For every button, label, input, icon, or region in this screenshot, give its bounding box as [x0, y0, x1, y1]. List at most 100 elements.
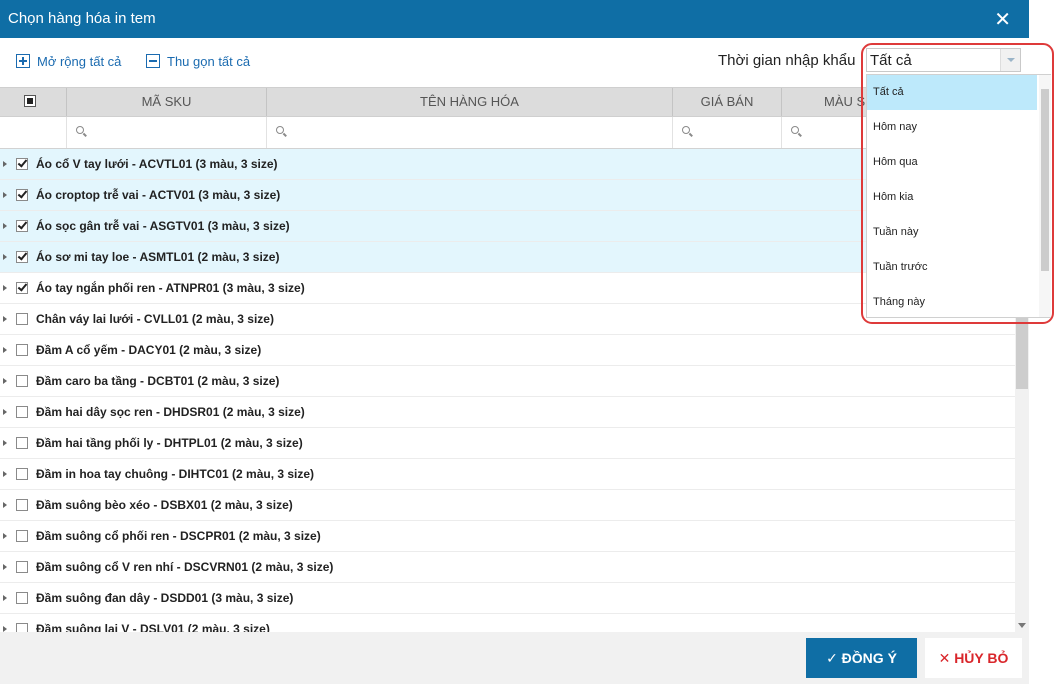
- row-checkbox[interactable]: [16, 623, 28, 632]
- row-checkbox[interactable]: [16, 281, 28, 294]
- expand-all-label: Mở rộng tất cả: [37, 53, 122, 69]
- row-label: Áo cổ V tay lưới - ACVTL01 (3 màu, 3 siz…: [36, 157, 278, 171]
- row-checkbox[interactable]: [16, 250, 28, 263]
- scroll-down-icon[interactable]: [1018, 623, 1026, 628]
- row-checkbox[interactable]: [16, 437, 28, 449]
- row-label: Áo croptop trễ vai - ACTV01 (3 màu, 3 si…: [36, 188, 281, 202]
- table-row[interactable]: Đầm A cổ yếm - DACY01 (2 màu, 3 size): [0, 335, 1015, 366]
- expand-arrow-icon[interactable]: [3, 409, 7, 415]
- expand-arrow-icon[interactable]: [3, 347, 7, 353]
- dialog-title: Chọn hàng hóa in tem: [8, 10, 156, 27]
- row-label: Đầm suông cổ V ren nhí - DSCVRN01 (2 màu…: [36, 560, 334, 574]
- expand-arrow-icon[interactable]: [3, 471, 7, 477]
- row-label: Chân váy lai lưới - CVLL01 (2 màu, 3 siz…: [36, 312, 274, 326]
- filter-name-input[interactable]: [267, 117, 673, 148]
- dropdown-option[interactable]: Hôm qua: [867, 145, 1037, 180]
- plus-box-icon: [16, 54, 30, 68]
- filter-sku-input[interactable]: [67, 117, 267, 148]
- filter-price-input[interactable]: [673, 117, 782, 148]
- checkmark-icon: [17, 250, 28, 261]
- row-checkbox[interactable]: [16, 375, 28, 387]
- row-checkbox[interactable]: [16, 561, 28, 573]
- row-label: Đầm suông đan dây - DSDD01 (3 màu, 3 siz…: [36, 591, 294, 605]
- expand-arrow-icon[interactable]: [3, 285, 7, 291]
- grid-scrollbar-thumb[interactable]: [1016, 317, 1028, 389]
- expand-arrow-icon[interactable]: [3, 254, 7, 260]
- row-checkbox[interactable]: [16, 592, 28, 604]
- search-icon: [76, 126, 84, 134]
- dropdown-option[interactable]: Tuần trước: [867, 250, 1037, 285]
- import-time-dropdown: Tất cả Hôm nay Hôm qua Hôm kia Tuần này Tuần …: [866, 74, 1051, 318]
- dialog-titlebar: Chọn hàng hóa in tem ✕: [0, 0, 1029, 38]
- expand-arrow-icon[interactable]: [3, 533, 7, 539]
- search-icon: [682, 126, 690, 134]
- row-checkbox[interactable]: [16, 313, 28, 325]
- row-label: Đầm hai dây sọc ren - DHDSR01 (2 màu, 3 …: [36, 405, 305, 419]
- table-row[interactable]: Đầm in hoa tay chuông - DIHTC01 (2 màu, …: [0, 459, 1015, 490]
- dialog-footer: ✓ ĐỒNG Ý ✕ HỦY BỎ: [0, 632, 1029, 684]
- search-icon: [791, 126, 799, 134]
- table-row[interactable]: Đầm suông đan dây - DSDD01 (3 màu, 3 siz…: [0, 583, 1015, 614]
- filter-cell-empty: [0, 117, 67, 148]
- import-time-label: Thời gian nhập khẩu: [718, 52, 856, 69]
- expand-arrow-icon[interactable]: [3, 316, 7, 322]
- dropdown-option[interactable]: Hôm nay: [867, 110, 1037, 145]
- row-checkbox[interactable]: [16, 406, 28, 418]
- row-checkbox[interactable]: [16, 530, 28, 542]
- confirm-button[interactable]: ✓ ĐỒNG Ý: [806, 638, 917, 678]
- table-row[interactable]: Đầm hai tầng phối ly - DHTPL01 (2 màu, 3…: [0, 428, 1015, 459]
- row-label: Áo tay ngắn phối ren - ATNPR01 (3 màu, 3…: [36, 281, 305, 295]
- row-checkbox[interactable]: [16, 468, 28, 480]
- table-row[interactable]: Đầm suông lai V - DSLV01 (2 màu, 3 size): [0, 614, 1015, 632]
- minus-box-icon: [146, 54, 160, 68]
- expand-arrow-icon[interactable]: [3, 223, 7, 229]
- row-checkbox[interactable]: [16, 344, 28, 356]
- row-label: Đầm caro ba tầng - DCBT01 (2 màu, 3 size…: [36, 374, 280, 388]
- row-label: Đầm in hoa tay chuông - DIHTC01 (2 màu, …: [36, 467, 315, 481]
- row-label: Áo sọc gân trễ vai - ASGTV01 (3 màu, 3 s…: [36, 219, 290, 233]
- table-row[interactable]: Đầm suông bèo xéo - DSBX01 (2 màu, 3 siz…: [0, 490, 1015, 521]
- dropdown-scrollbar[interactable]: [1039, 75, 1051, 317]
- dropdown-scrollbar-thumb[interactable]: [1041, 89, 1049, 271]
- expand-all-button[interactable]: Mở rộng tất cả: [16, 52, 121, 70]
- expand-arrow-icon[interactable]: [3, 192, 7, 198]
- dropdown-option[interactable]: Tất cả: [867, 75, 1037, 110]
- expand-arrow-icon[interactable]: [3, 502, 7, 508]
- expand-arrow-icon[interactable]: [3, 564, 7, 570]
- checkmark-icon: [17, 281, 28, 292]
- row-label: Áo sơ mi tay loe - ASMTL01 (2 màu, 3 siz…: [36, 250, 280, 264]
- checkmark-icon: [17, 219, 28, 230]
- expand-arrow-icon[interactable]: [3, 440, 7, 446]
- row-checkbox[interactable]: [16, 188, 28, 201]
- collapse-all-label: Thu gọn tất cả: [167, 53, 251, 69]
- cancel-button[interactable]: ✕ HỦY BỎ: [925, 638, 1022, 678]
- table-row[interactable]: Đầm caro ba tầng - DCBT01 (2 màu, 3 size…: [0, 366, 1015, 397]
- close-icon[interactable]: ✕: [994, 7, 1011, 32]
- column-header-price[interactable]: GIÁ BÁN: [673, 88, 782, 116]
- row-label: Đầm suông bèo xéo - DSBX01 (2 màu, 3 siz…: [36, 498, 293, 512]
- column-header-name[interactable]: TÊN HÀNG HÓA: [267, 88, 673, 116]
- collapse-all-button[interactable]: Thu gọn tất cả: [146, 52, 250, 70]
- row-label: Đầm A cổ yếm - DACY01 (2 màu, 3 size): [36, 343, 262, 357]
- expand-arrow-icon[interactable]: [3, 161, 7, 167]
- dropdown-option[interactable]: Tháng này: [867, 285, 1037, 320]
- select-all-checkbox[interactable]: [24, 95, 36, 107]
- row-label: Đầm suông cổ phối ren - DSCPR01 (2 màu, …: [36, 529, 321, 543]
- row-label: Đầm suông lai V - DSLV01 (2 màu, 3 size): [36, 622, 270, 632]
- checkmark-icon: [17, 157, 28, 168]
- search-icon: [276, 126, 284, 134]
- row-checkbox[interactable]: [16, 157, 28, 170]
- dropdown-option[interactable]: Tuần này: [867, 215, 1037, 250]
- row-checkbox[interactable]: [16, 219, 28, 232]
- table-row[interactable]: Đầm suông cổ V ren nhí - DSCVRN01 (2 màu…: [0, 552, 1015, 583]
- dropdown-option[interactable]: Hôm kia: [867, 180, 1037, 215]
- checkmark-icon: [17, 188, 28, 199]
- row-checkbox[interactable]: [16, 499, 28, 511]
- row-label: Đầm hai tầng phối ly - DHTPL01 (2 màu, 3…: [36, 436, 303, 450]
- expand-arrow-icon[interactable]: [3, 595, 7, 601]
- expand-arrow-icon[interactable]: [3, 378, 7, 384]
- table-row[interactable]: Đầm suông cổ phối ren - DSCPR01 (2 màu, …: [0, 521, 1015, 552]
- select-all-cell: [0, 88, 67, 116]
- column-header-sku[interactable]: MÃ SKU: [67, 88, 267, 116]
- table-row[interactable]: Đầm hai dây sọc ren - DHDSR01 (2 màu, 3 …: [0, 397, 1015, 428]
